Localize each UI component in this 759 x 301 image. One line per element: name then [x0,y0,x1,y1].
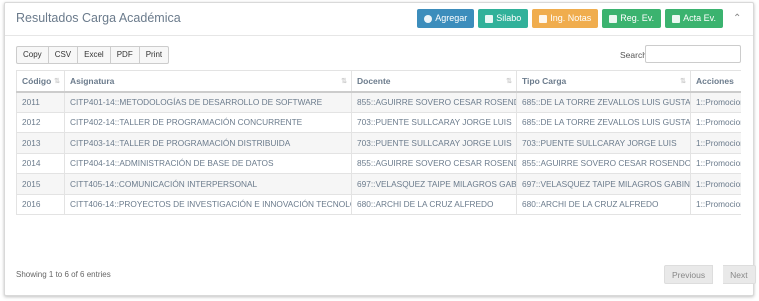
search-input[interactable] [645,45,741,63]
cell-asignatura: CITP402-14::TALLER DE PROGRAMACIÓN CONCU… [64,111,352,133]
results-table: Código ⇅ Asignatura ⇅ Docente ⇅ Tipo Carga ⇅… [16,70,741,215]
silabo-label: Silabo [496,13,522,23]
agregar-button[interactable]: Agregar [417,9,475,28]
acta-ev-label: Acta Ev. [683,13,716,23]
panel-title: Resultados Carga Académica [16,11,181,25]
cell-docente: 703::PUENTE SULLCARAY JORGE LUIS [351,111,517,133]
cell-docente: 680::ARCHI DE LA CRUZ ALFREDO [351,193,517,215]
cell-tipo-carga: 685::DE LA TORRE ZEVALLOS LUIS GUSTAVO [516,111,691,133]
col-header-acciones[interactable]: Acciones⇅ [690,70,741,93]
cell-acciones[interactable]: 1::Promocional [690,193,741,215]
reg-ev-label: Reg. Ev. [620,13,655,23]
cell-tipo-carga: 697::VELASQUEZ TAIPE MILAGROS GABINA [516,173,691,195]
cell-asignatura: CITP401-14::METODOLOGÍAS DE DESARROLLO D… [64,91,352,113]
cell-codigo: 2015 [16,173,65,195]
cell-docente: 703::PUENTE SULLCARAY JORGE LUIS [351,132,517,154]
book-icon [485,14,494,23]
cell-codigo: 2011 [16,91,65,113]
pagination: Previous Next [664,265,756,284]
sort-icon: ⇅ [54,78,60,85]
cell-asignatura: CITT406-14::PROYECTOS DE INVESTIGACIÓN E… [64,193,352,215]
sort-icon: ⇅ [341,78,347,85]
plus-circle-icon [424,14,433,23]
header-buttons: Agregar Silabo Ing. Notas Reg. Ev. Acta … [413,9,743,28]
table-row[interactable]: 2014 CITP404-14::ADMINISTRACIÓN DE BASE … [16,152,741,174]
previous-button[interactable]: Previous [664,265,714,284]
csv-button[interactable]: CSV [47,46,79,64]
cell-docente: 855::AGUIRRE SOVERO CESAR ROSENDO [351,91,517,113]
ing-notas-button[interactable]: Ing. Notas [532,9,599,28]
pdf-button[interactable]: PDF [109,46,140,64]
results-panel: Resultados Carga Académica Agregar Silab… [4,2,756,296]
col-header-codigo[interactable]: Código ⇅ [16,70,65,93]
sort-icon: ⇅ [680,78,686,85]
cell-codigo: 2013 [16,132,65,154]
table-row[interactable]: 2016 CITT406-14::PROYECTOS DE INVESTIGAC… [16,193,741,215]
cell-docente: 855::AGUIRRE SOVERO CESAR ROSENDO [351,152,517,174]
print-button[interactable]: Print [138,46,170,64]
col-header-tipo-carga[interactable]: Tipo Carga ⇅ [516,70,691,93]
col-header-docente[interactable]: Docente ⇅ [351,70,517,93]
cell-tipo-carga: 680::ARCHI DE LA CRUZ ALFREDO [516,193,691,215]
silabo-button[interactable]: Silabo [478,9,529,28]
acta-ev-button[interactable]: Acta Ev. [665,9,723,28]
table-wrapper: Código ⇅ Asignatura ⇅ Docente ⇅ Tipo Carga ⇅… [16,70,741,215]
agregar-label: Agregar [435,13,468,23]
cell-tipo-carga: 855::AGUIRRE SOVERO CESAR ROSENDO [516,152,691,174]
cell-asignatura: CITP403-14::TALLER DE PROGRAMACIÓN DISTR… [64,132,352,154]
file-icon [609,14,618,23]
file-icon [539,14,548,23]
cell-tipo-carga: 685::DE LA TORRE ZEVALLOS LUIS GUSTAVO [516,91,691,113]
col-header-asignatura[interactable]: Asignatura ⇅ [64,70,352,93]
cell-acciones[interactable]: 1::Promocional [690,111,741,133]
excel-button[interactable]: Excel [77,46,111,64]
cell-codigo: 2012 [16,111,65,133]
file-icon [672,14,681,23]
table-row[interactable]: 2012 CITP402-14::TALLER DE PROGRAMACIÓN … [16,111,741,133]
cell-acciones[interactable]: 1::Promocional [690,132,741,154]
reg-ev-button[interactable]: Reg. Ev. [602,9,662,28]
cell-acciones[interactable]: 1::Promocional [690,173,741,195]
cell-codigo: 2016 [16,193,65,215]
next-button[interactable]: Next [723,265,756,284]
table-row[interactable]: 2015 CITT405-14::COMUNICACIÓN INTERPERSO… [16,173,741,195]
table-row[interactable]: 2011 CITP401-14::METODOLOGÍAS DE DESARRO… [16,91,741,113]
table-row[interactable]: 2013 CITP403-14::TALLER DE PROGRAMACIÓN … [16,132,741,154]
cell-tipo-carga: 703::PUENTE SULLCARAY JORGE LUIS [516,132,691,154]
cell-codigo: 2014 [16,152,65,174]
table-header-row: Código ⇅ Asignatura ⇅ Docente ⇅ Tipo Carga ⇅… [16,70,741,93]
ing-notas-label: Ing. Notas [550,13,592,23]
cell-asignatura: CITT405-14::COMUNICACIÓN INTERPERSONAL [64,173,352,195]
table-info: Showing 1 to 6 of 6 entries [16,270,111,279]
cell-acciones[interactable]: 1::Promocional [690,152,741,174]
chevron-up-icon[interactable]: ⌃ [733,13,743,24]
header-divider [5,35,753,36]
cell-docente: 697::VELASQUEZ TAIPE MILAGROS GABINA [351,173,517,195]
cell-asignatura: CITP404-14::ADMINISTRACIÓN DE BASE DE DA… [64,152,352,174]
copy-button[interactable]: Copy [16,46,49,64]
sort-icon: ⇅ [506,78,512,85]
export-buttons: Copy CSV Excel PDF Print [16,46,170,64]
cell-acciones[interactable]: 1::Promocional [690,91,741,113]
